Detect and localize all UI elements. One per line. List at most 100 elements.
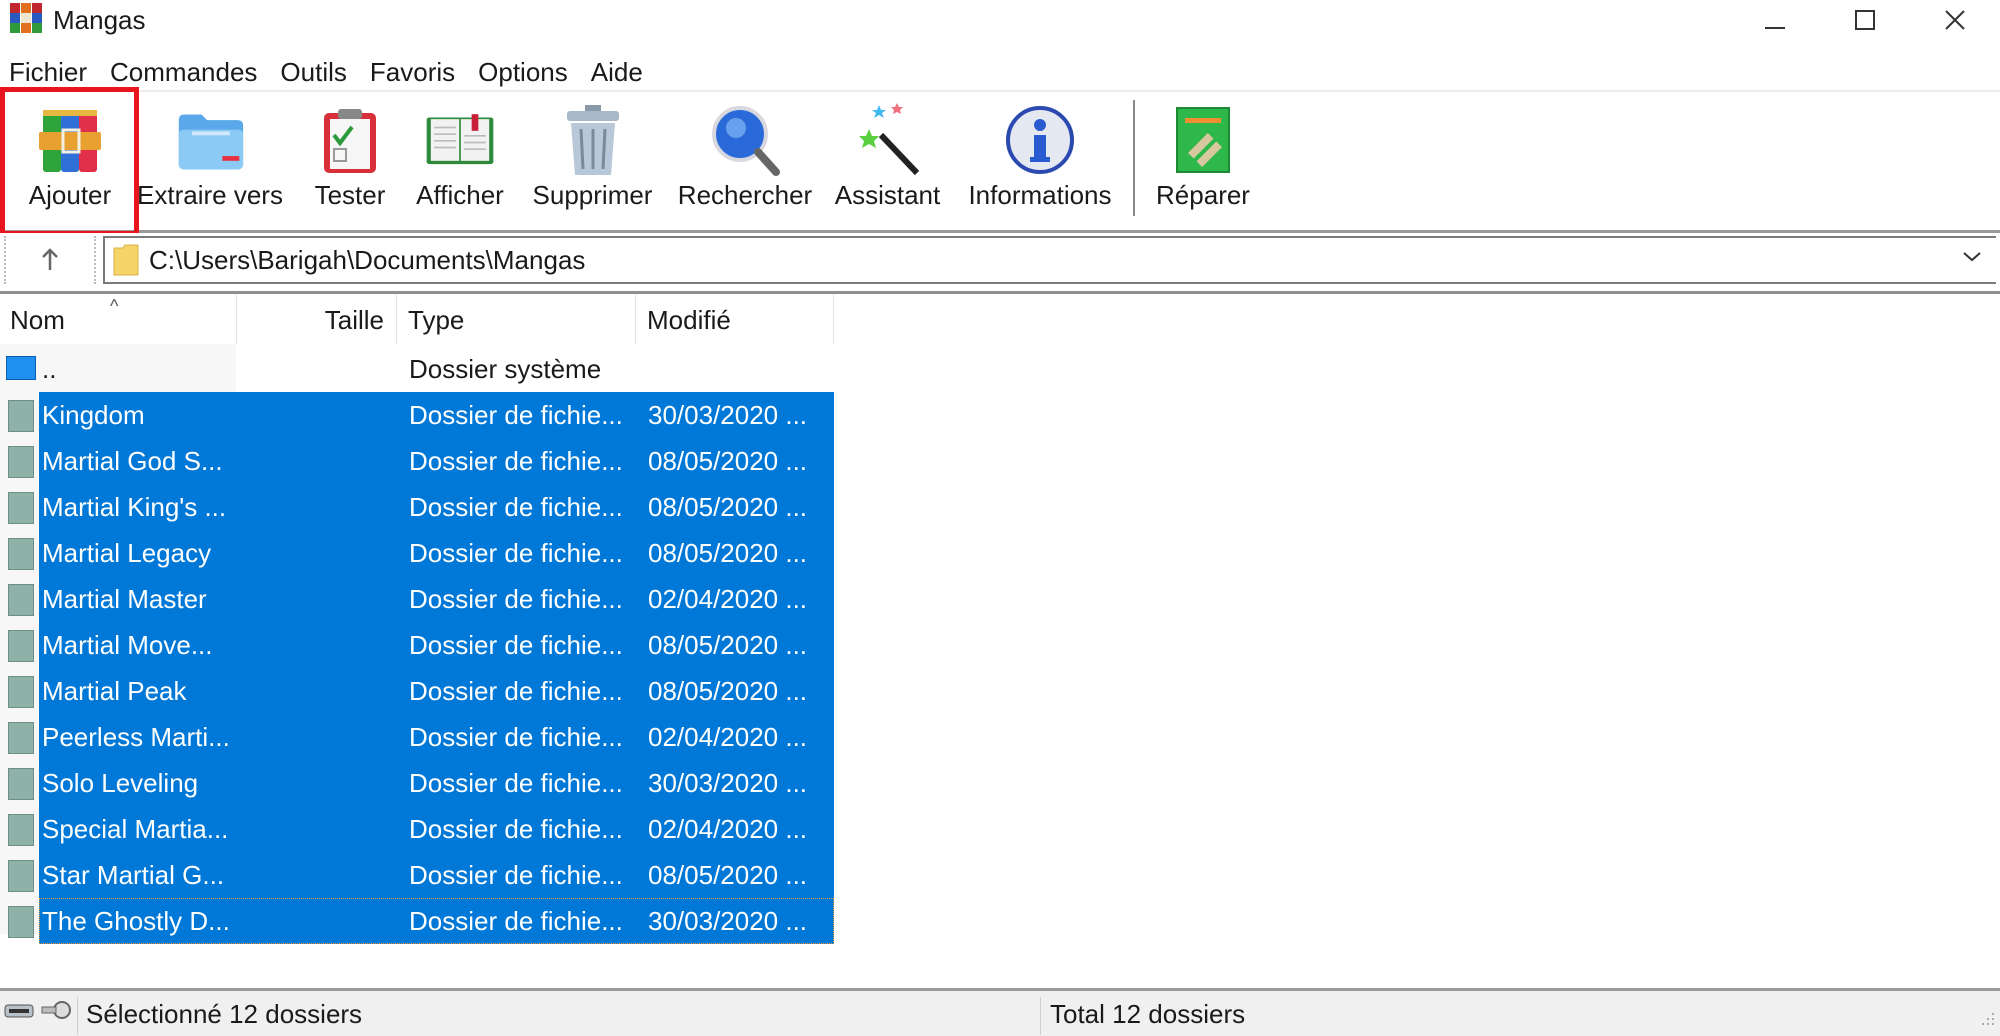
- delete-button[interactable]: Supprimer: [525, 92, 660, 230]
- file-modified: 30/03/2020 ...: [648, 768, 808, 798]
- folder-icon: [8, 584, 34, 616]
- address-field[interactable]: C:\Users\Barigah\Documents\Mangas: [103, 236, 1996, 284]
- close-icon: [1945, 10, 1965, 30]
- file-modified: 08/05/2020 ...: [648, 860, 808, 890]
- clipboard-check-icon: [315, 102, 385, 178]
- file-row[interactable]: Martial Peak Dossier de fichie... 08/05/20…: [0, 668, 834, 714]
- file-type: Dossier de fichie...: [409, 630, 623, 660]
- file-modified: 02/04/2020 ...: [648, 814, 808, 844]
- menu-fichier[interactable]: Fichier: [0, 52, 101, 92]
- file-name: Martial Master: [42, 584, 207, 614]
- menu-commandes[interactable]: Commandes: [101, 52, 271, 92]
- file-name: Martial Legacy: [42, 538, 212, 568]
- folder-icon: [8, 768, 34, 800]
- close-button[interactable]: [1910, 0, 2000, 40]
- folder-icon: [8, 676, 34, 708]
- file-row[interactable]: Martial King's ... Dossier de fichie... 08…: [0, 484, 834, 530]
- file-type: Dossier système: [409, 354, 602, 384]
- wizard-button[interactable]: Assistant: [825, 92, 950, 230]
- file-row[interactable]: Special Martia... Dossier de fichie... 02/…: [0, 806, 834, 852]
- file-row[interactable]: Kingdom Dossier de fichie... 30/03/2020 ..…: [0, 392, 834, 438]
- parent-folder-icon: [6, 356, 36, 380]
- file-modified: 08/05/2020 ...: [648, 446, 808, 476]
- file-row[interactable]: Star Martial G... Dossier de fichie... 08/…: [0, 852, 834, 898]
- first-aid-book-icon: [1168, 102, 1238, 178]
- file-row[interactable]: .. Dossier système: [0, 346, 834, 392]
- file-type: Dossier de fichie...: [409, 446, 623, 476]
- minimize-button[interactable]: [1730, 0, 1820, 40]
- menu-bar: Fichier Commandes Outils Favoris Options…: [0, 52, 2000, 92]
- file-row[interactable]: Solo Leveling Dossier de fichie... 30/03/2…: [0, 760, 834, 806]
- delete-label: Supprimer: [532, 180, 653, 210]
- folder-icon: [8, 814, 34, 846]
- file-type: Dossier de fichie...: [409, 492, 623, 522]
- folder-icon: [8, 630, 34, 662]
- maximize-button[interactable]: [1820, 0, 1910, 40]
- column-header-modified[interactable]: Modifié: [636, 294, 834, 344]
- magnifier-icon: [710, 102, 780, 178]
- chevron-down-icon[interactable]: [1962, 250, 1982, 264]
- file-row[interactable]: Peerless Marti... Dossier de fichie... 02/…: [0, 714, 834, 760]
- extract-to-button[interactable]: Extraire vers: [135, 92, 285, 230]
- file-name: Martial Peak: [42, 676, 187, 706]
- file-row[interactable]: Martial Legacy Dossier de fichie... 08/05/…: [0, 530, 834, 576]
- file-name: Martial Move...: [42, 630, 213, 660]
- status-selection: Sélectionné 12 dossiers: [86, 999, 363, 1029]
- search-label: Rechercher: [677, 180, 813, 210]
- sort-ascending-icon: ^: [110, 296, 119, 316]
- file-modified: 08/05/2020 ...: [648, 630, 808, 660]
- key-icon[interactable]: [40, 999, 72, 1021]
- wizard-label: Assistant: [834, 180, 941, 210]
- column-header-size[interactable]: Taille: [237, 294, 397, 344]
- up-one-level-button[interactable]: [4, 236, 96, 284]
- file-modified: 30/03/2020 ...: [648, 400, 808, 430]
- file-modified: 08/05/2020 ...: [648, 676, 808, 706]
- file-modified: 02/04/2020 ...: [648, 584, 808, 614]
- column-header-type[interactable]: Type: [397, 294, 636, 344]
- file-name: Star Martial G...: [42, 860, 225, 890]
- maximize-icon: [1855, 10, 1875, 30]
- trash-can-icon: [558, 102, 628, 178]
- menu-outils[interactable]: Outils: [271, 52, 360, 92]
- repair-button[interactable]: Réparer: [1148, 92, 1258, 230]
- repair-label: Réparer: [1156, 180, 1250, 210]
- info-button[interactable]: Informations: [960, 92, 1120, 230]
- file-row[interactable]: Martial Move... Dossier de fichie... 08/05…: [0, 622, 834, 668]
- file-name: Martial God S...: [42, 446, 223, 476]
- search-button[interactable]: Rechercher: [675, 92, 815, 230]
- highlight-box: [0, 87, 139, 236]
- menu-options[interactable]: Options: [469, 52, 582, 92]
- magic-wand-icon: [853, 102, 923, 178]
- menu-aide[interactable]: Aide: [582, 52, 657, 92]
- file-row[interactable]: The Ghostly D... Dossier de fichie... 30/0…: [0, 898, 834, 944]
- file-modified: 08/05/2020 ...: [648, 538, 808, 568]
- file-name: Peerless Marti...: [42, 722, 230, 752]
- folder-icon: [8, 446, 34, 478]
- drive-icon: [4, 1004, 34, 1018]
- folder-icon: [8, 860, 34, 892]
- file-type: Dossier de fichie...: [409, 814, 623, 844]
- column-modified-label: Modifié: [647, 305, 731, 335]
- arrow-up-icon: [42, 248, 58, 270]
- status-divider: [1040, 997, 1041, 1035]
- test-button[interactable]: Tester: [300, 92, 400, 230]
- resize-grip-icon[interactable]: [1982, 1013, 1996, 1027]
- status-divider: [77, 997, 78, 1035]
- view-button[interactable]: Afficher: [410, 92, 510, 230]
- column-type-label: Type: [408, 305, 465, 335]
- column-size-label: Taille: [324, 305, 384, 335]
- open-book-icon: [425, 102, 495, 178]
- column-header-name[interactable]: Nom: [0, 294, 237, 344]
- folder-extract-icon: [175, 102, 245, 178]
- column-name-label: Nom: [10, 305, 65, 335]
- folder-icon: [8, 492, 34, 524]
- menu-favoris[interactable]: Favoris: [361, 52, 469, 92]
- file-row[interactable]: Martial God S... Dossier de fichie... 08/0…: [0, 438, 834, 484]
- file-type: Dossier de fichie...: [409, 538, 623, 568]
- info-label: Informations: [968, 180, 1112, 210]
- file-type: Dossier de fichie...: [409, 860, 623, 890]
- address-path: C:\Users\Barigah\Documents\Mangas: [149, 244, 586, 275]
- file-name: Solo Leveling: [42, 768, 199, 798]
- file-row[interactable]: Martial Master Dossier de fichie... 02/04/…: [0, 576, 834, 622]
- file-type: Dossier de fichie...: [409, 584, 623, 614]
